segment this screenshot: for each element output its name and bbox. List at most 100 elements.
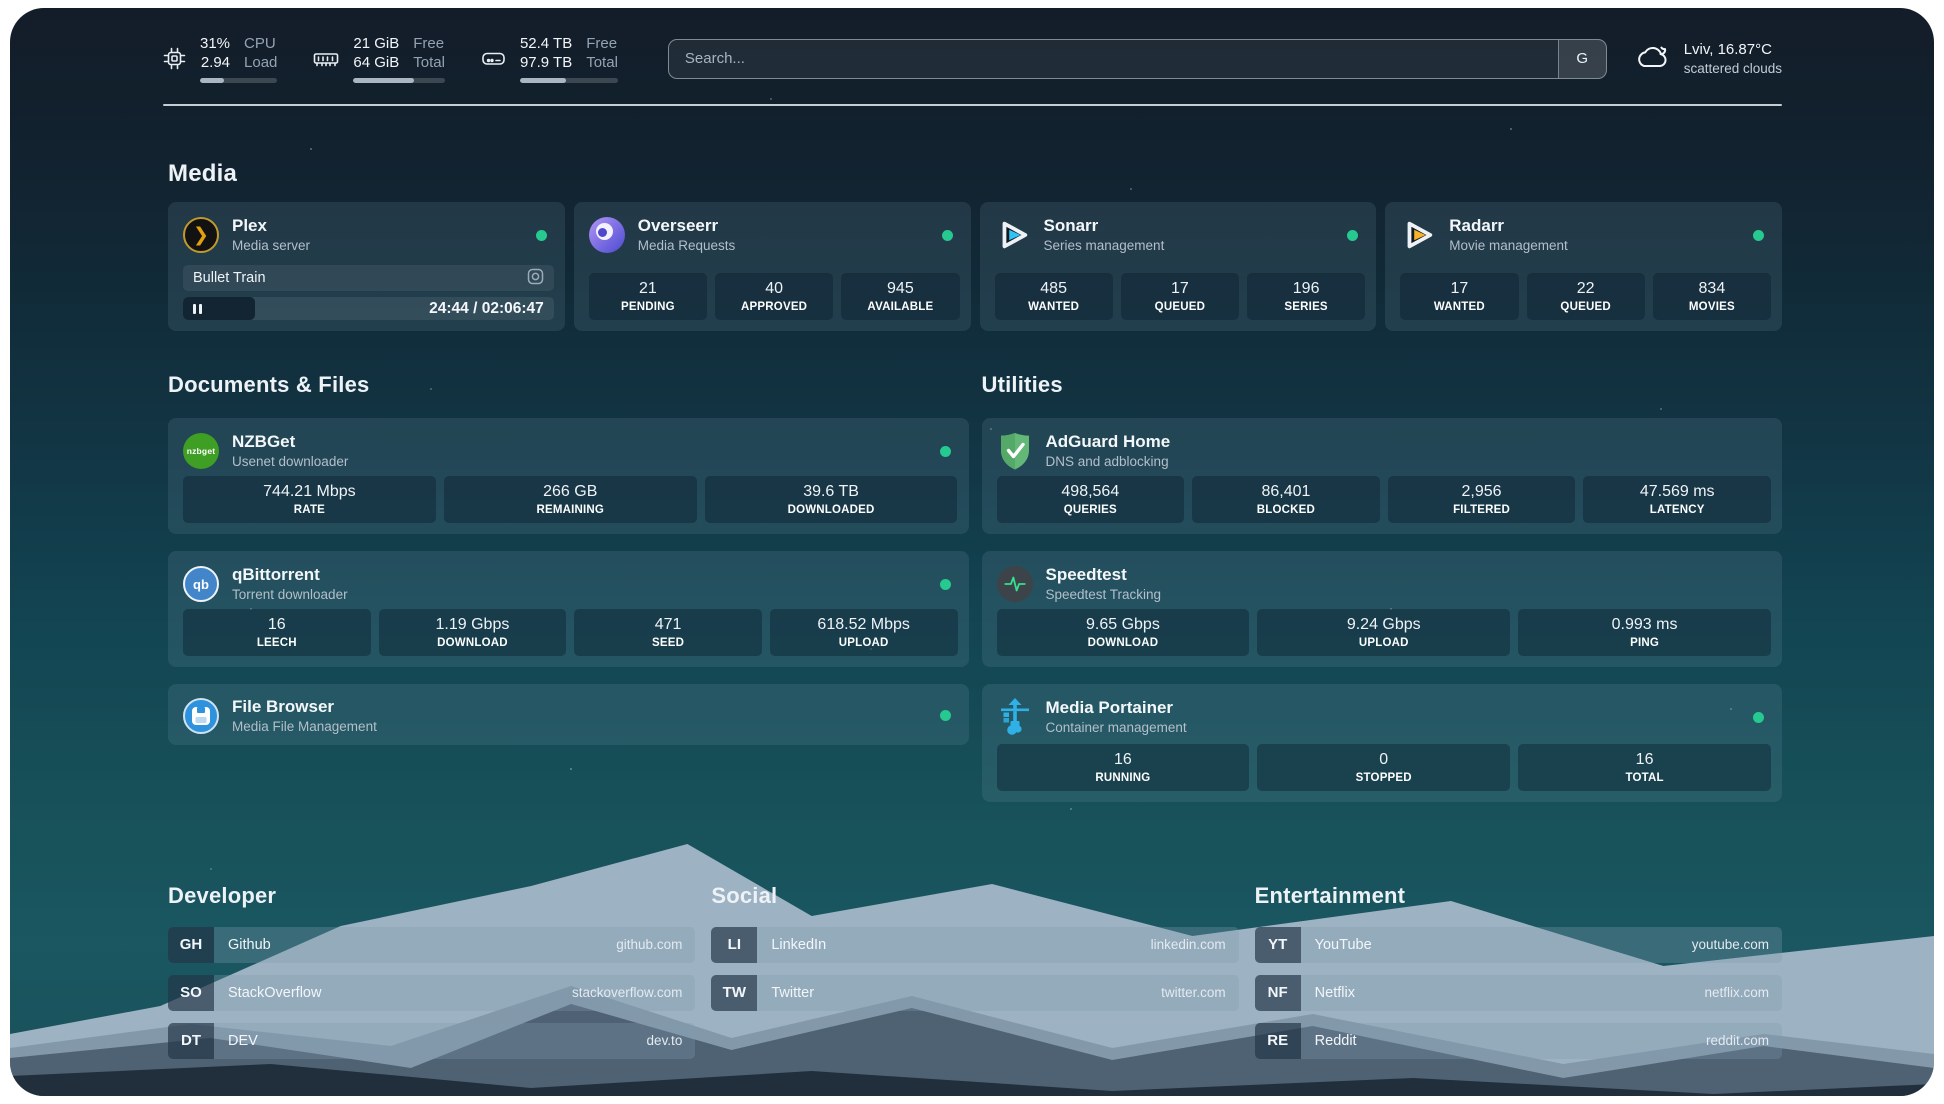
section-title-developer: Developer [168, 883, 695, 909]
playback-progress-bar[interactable]: 24:44 / 02:06:47 [183, 297, 554, 320]
bookmark-row[interactable]: YT YouTube youtube.com [1255, 927, 1782, 963]
top-bar: 31% 2.94 CPU Load 21 GiB 64 GiB [10, 8, 1934, 83]
stat-label: MOVIES [1657, 299, 1767, 315]
stat-label: REMAINING [448, 502, 693, 518]
ram-free-label: Free [413, 34, 445, 53]
stat-label: STOPPED [1261, 770, 1506, 786]
section-title-entertainment: Entertainment [1255, 883, 1782, 909]
search-engine-button[interactable]: G [1558, 40, 1606, 78]
app-card-sonarr[interactable]: Sonarr Series management 485 WANTED [980, 202, 1377, 331]
bookmark-row[interactable]: NF Netflix netflix.com [1255, 975, 1782, 1011]
app-description: Media Requests [638, 237, 736, 255]
app-description: Series management [1044, 237, 1165, 255]
app-name: Radarr [1449, 215, 1568, 237]
app-card-speedtest[interactable]: Speedtest Speedtest Tracking 9.65 Gbps D… [982, 551, 1783, 667]
status-online-dot [1753, 230, 1764, 241]
app-card-portainer[interactable]: Media Portainer Container management 16 … [982, 684, 1783, 802]
app-card-overseerr[interactable]: Overseerr Media Requests 21 PENDING [574, 202, 971, 331]
stat-box: 40 APPROVED [715, 273, 833, 320]
app-card-filebrowser[interactable]: File Browser Media File Management [168, 684, 969, 745]
stat-box: 471 SEED [574, 609, 762, 656]
stat-row: 744.21 Mbps RATE 266 GB REMAINING 39.6 T… [183, 476, 958, 523]
weather-widget[interactable]: Lviv, 16.87°C scattered clouds [1635, 40, 1782, 78]
documents-column: Documents & Files nzbget NZBGet Usenet d… [168, 354, 969, 802]
stat-row: 16 RUNNING 0 STOPPED 16 TOTAL [997, 744, 1772, 791]
media-card-grid: ❯ Plex Media server Bullet Train [168, 202, 1782, 331]
app-card-nzbget[interactable]: nzbget NZBGet Usenet downloader 744.21 M… [168, 418, 969, 534]
stat-label: SERIES [1251, 299, 1361, 315]
bookmark-name: Reddit [1315, 1033, 1357, 1049]
status-online-dot [942, 230, 953, 241]
pause-icon[interactable] [193, 304, 202, 314]
stat-label: RUNNING [1001, 770, 1246, 786]
bookmark-row[interactable]: SO StackOverflow stackoverflow.com [168, 975, 695, 1011]
stat-value: 16 [1522, 750, 1767, 770]
section-title-media: Media [168, 160, 1782, 188]
now-playing-title: Bullet Train [193, 270, 266, 286]
stat-label: PING [1522, 635, 1767, 651]
bookmark-row[interactable]: GH Github github.com [168, 927, 695, 963]
stat-value: 9.24 Gbps [1261, 615, 1506, 635]
app-name: Speedtest [1046, 564, 1162, 586]
status-online-dot [536, 230, 547, 241]
status-online-dot [940, 710, 951, 721]
disk-total-label: Total [586, 53, 618, 72]
stat-value: 86,401 [1196, 482, 1376, 502]
header-divider [163, 104, 1782, 106]
app-description: Movie management [1449, 237, 1568, 255]
stat-label: DOWNLOAD [383, 635, 563, 651]
status-online-dot [940, 446, 951, 457]
cpu-usage-value: 31% [200, 34, 230, 53]
search-input[interactable] [669, 40, 1558, 78]
stat-box: 945 AVAILABLE [841, 273, 959, 320]
bookmark-abbr: YT [1255, 927, 1301, 963]
bookmark-url: dev.to [647, 1033, 683, 1048]
stat-box: 196 SERIES [1247, 273, 1365, 320]
bookmark-abbr: DT [168, 1023, 214, 1059]
stat-row: 498,564 QUERIES 86,401 BLOCKED 2,956 [997, 476, 1772, 523]
app-description: Torrent downloader [232, 586, 348, 604]
bookmark-row[interactable]: TW Twitter twitter.com [711, 975, 1238, 1011]
bookmark-row[interactable]: RE Reddit reddit.com [1255, 1023, 1782, 1059]
entertainment-bookmarks: Entertainment YT YouTube youtube.com NF … [1255, 864, 1782, 1058]
bookmark-row[interactable]: DT DEV dev.to [168, 1023, 695, 1059]
stat-value: 266 GB [448, 482, 693, 502]
app-card-plex[interactable]: ❯ Plex Media server Bullet Train [168, 202, 565, 331]
app-name: Media Portainer [1046, 697, 1187, 719]
app-description: Media server [232, 237, 310, 255]
stat-row: 17 WANTED 22 QUEUED 834 MOVIES [1400, 273, 1771, 320]
stat-label: UPLOAD [774, 635, 954, 651]
bookmark-list: YT YouTube youtube.com NF Netflix netfli… [1255, 927, 1782, 1059]
ram-stat: 21 GiB 64 GiB Free Total [313, 34, 445, 83]
cpu-icon [163, 47, 186, 70]
speedtest-icon [997, 566, 1033, 602]
overseerr-icon [589, 217, 625, 253]
bookmark-url: github.com [616, 937, 682, 952]
bookmark-url: linkedin.com [1151, 937, 1226, 952]
app-card-adguard[interactable]: AdGuard Home DNS and adblocking 498,564 … [982, 418, 1783, 534]
section-title-social: Social [711, 883, 1238, 909]
stat-label: LATENCY [1587, 502, 1767, 518]
status-online-dot [1347, 230, 1358, 241]
stat-row: 485 WANTED 17 QUEUED 196 SERIES [995, 273, 1366, 320]
playback-progress-fill [183, 297, 255, 320]
dashboard-window: 31% 2.94 CPU Load 21 GiB 64 GiB [10, 8, 1934, 1096]
app-card-qbittorrent[interactable]: qb qBittorrent Torrent downloader 16 LEE [168, 551, 969, 667]
bookmark-name: Github [228, 937, 271, 953]
sonarr-icon [995, 217, 1031, 253]
utilities-column: Utilities AdGuard Home [982, 354, 1783, 802]
stat-label: APPROVED [719, 299, 829, 315]
stat-label: UPLOAD [1261, 635, 1506, 651]
stat-label: AVAILABLE [845, 299, 955, 315]
ram-free-value: 21 GiB [353, 34, 399, 53]
section-title-documents: Documents & Files [168, 372, 969, 398]
cpu-load-value: 2.94 [200, 53, 230, 72]
stat-box: 485 WANTED [995, 273, 1113, 320]
now-playing-row: Bullet Train [183, 265, 554, 291]
bookmark-row[interactable]: LI LinkedIn linkedin.com [711, 927, 1238, 963]
stat-value: 16 [1001, 750, 1246, 770]
stat-value: 21 [593, 279, 703, 299]
stat-label: TOTAL [1522, 770, 1767, 786]
stat-label: FILTERED [1392, 502, 1572, 518]
app-card-radarr[interactable]: Radarr Movie management 17 WANTED 22 [1385, 202, 1782, 331]
